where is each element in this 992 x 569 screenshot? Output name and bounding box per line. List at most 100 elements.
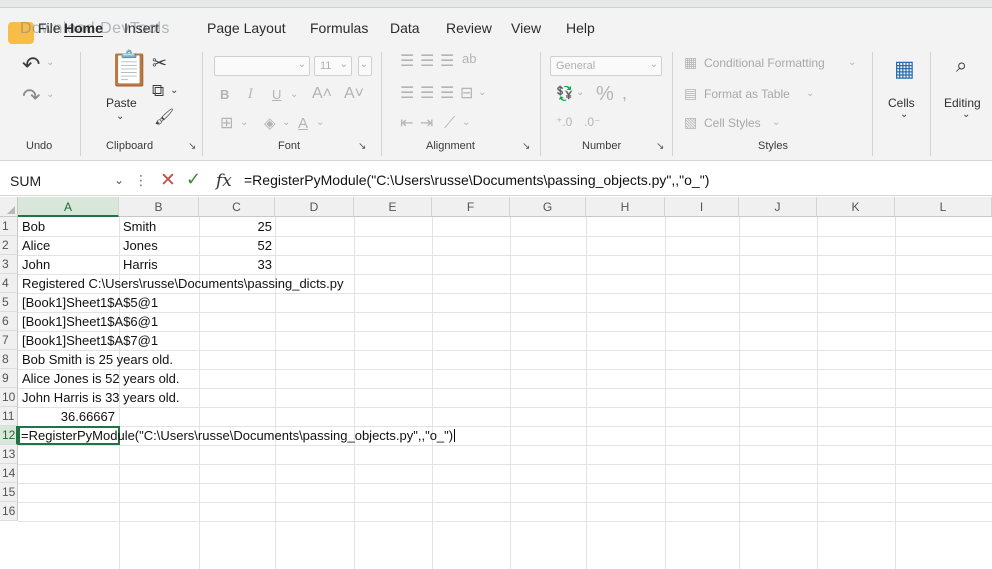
row-header-1[interactable]: 1 (0, 217, 18, 236)
font-color-dropdown-icon[interactable]: ⌄ (316, 118, 324, 128)
tab-home[interactable]: Home (64, 20, 103, 36)
row-header-9[interactable]: 9 (0, 369, 18, 388)
worksheet-grid[interactable]: A B C D E F G H I J K L 1 2 3 4 5 6 7 8 … (0, 197, 992, 569)
name-box[interactable]: SUM ⌄ (6, 170, 128, 192)
name-box-dropdown-icon[interactable]: ⌄ (114, 173, 124, 187)
row-header-13[interactable]: 13 (0, 445, 18, 464)
cell-a8[interactable]: Bob Smith is 25 years old. (22, 350, 173, 369)
tab-page-layout[interactable]: Page Layout (207, 20, 286, 36)
column-header-f[interactable]: F (432, 197, 510, 217)
cell-a7[interactable]: [Book1]Sheet1$A$7@1 (22, 331, 158, 350)
cell-a6[interactable]: [Book1]Sheet1$A$6@1 (22, 312, 158, 331)
row-header-7[interactable]: 7 (0, 331, 18, 350)
select-all-corner[interactable] (0, 197, 18, 217)
number-launcher-icon[interactable]: ↘ (656, 141, 664, 152)
borders-icon[interactable]: ⊞ (220, 116, 233, 132)
underline-dropdown-icon[interactable]: ⌄ (290, 90, 298, 100)
undo-icon[interactable]: ↶ (22, 54, 40, 76)
cell-a10[interactable]: John Harris is 33 years old. (22, 388, 180, 407)
tab-formulas[interactable]: Formulas (310, 20, 368, 36)
tab-review[interactable]: Review (446, 20, 492, 36)
merge-center-icon[interactable]: ⊟ (460, 86, 473, 102)
column-header-h[interactable]: H (586, 197, 665, 217)
format-as-table-icon[interactable]: ▤ (684, 86, 697, 100)
cell-b2[interactable]: Jones (123, 236, 158, 255)
cells-button[interactable]: Cells (888, 96, 915, 110)
column-header-l[interactable]: L (895, 197, 992, 217)
column-header-e[interactable]: E (354, 197, 432, 217)
italic-icon[interactable]: I (248, 88, 253, 101)
cell-c3[interactable]: 33 (199, 255, 272, 274)
row-header-16[interactable]: 16 (0, 502, 18, 521)
row-header-6[interactable]: 6 (0, 312, 18, 331)
borders-dropdown-icon[interactable]: ⌄ (240, 118, 248, 128)
column-header-i[interactable]: I (665, 197, 739, 217)
formula-input[interactable]: =RegisterPyModule("C:\Users\russe\Docume… (244, 172, 709, 188)
alignment-launcher-icon[interactable]: ↘ (522, 141, 530, 152)
merge-dropdown-icon[interactable]: ⌄ (478, 88, 486, 98)
paste-button[interactable]: Paste (106, 96, 137, 110)
font-size-combo[interactable]: 11 ⌄ (314, 56, 352, 76)
bold-icon[interactable]: B (220, 88, 229, 101)
fill-color-icon[interactable]: ◈ (264, 116, 276, 131)
cell-a3[interactable]: John (22, 255, 50, 274)
cut-icon[interactable]: ✂ (152, 54, 167, 72)
align-middle-icon[interactable]: ☰ (420, 54, 434, 70)
row-header-11[interactable]: 11 (0, 407, 18, 426)
format-as-table-button[interactable]: Format as Table (704, 87, 790, 101)
underline-icon[interactable]: U (272, 88, 281, 101)
font-launcher-icon[interactable]: ↘ (358, 141, 366, 152)
accounting-format-icon[interactable]: 💱 (556, 86, 573, 100)
accounting-dropdown-icon[interactable]: ⌄ (576, 88, 584, 98)
copy-icon[interactable]: ⧉ (152, 82, 164, 99)
column-header-g[interactable]: G (510, 197, 586, 217)
column-header-a[interactable]: A (18, 197, 119, 217)
cancel-icon[interactable]: ✕ (160, 169, 176, 192)
increase-indent-icon[interactable]: ⇥ (420, 116, 433, 132)
increase-font-icon[interactable]: A˄ (312, 86, 332, 102)
column-header-d[interactable]: D (275, 197, 354, 217)
cell-c1[interactable]: 25 (199, 217, 272, 236)
row-header-3[interactable]: 3 (0, 255, 18, 274)
row-header-10[interactable]: 10 (0, 388, 18, 407)
cell-c2[interactable]: 52 (199, 236, 272, 255)
format-as-table-dropdown-icon[interactable]: ⌄ (806, 89, 814, 99)
cell-b1[interactable]: Smith (123, 217, 156, 236)
align-center-icon[interactable]: ☰ (420, 86, 434, 102)
tab-view[interactable]: View (511, 20, 541, 36)
orientation-icon[interactable]: ⟋ (444, 116, 455, 132)
increase-decimal-icon[interactable]: ⁺.0 (556, 116, 572, 128)
paste-dropdown-icon[interactable]: ⌄ (116, 112, 124, 122)
row-header-4[interactable]: 4 (0, 274, 18, 293)
row-header-2[interactable]: 2 (0, 236, 18, 255)
cell-a9[interactable]: Alice Jones is 52 years old. (22, 369, 180, 388)
cell-styles-icon[interactable]: ▧ (684, 115, 697, 129)
align-right-icon[interactable]: ☰ (440, 86, 454, 102)
enter-icon[interactable]: ✓ (186, 169, 201, 190)
conditional-formatting-icon[interactable]: ▦ (684, 55, 697, 69)
cell-styles-button[interactable]: Cell Styles (704, 116, 761, 130)
clipboard-launcher-icon[interactable]: ↘ (188, 141, 196, 152)
font-color-icon[interactable]: A (298, 116, 308, 131)
align-left-icon[interactable]: ☰ (400, 86, 414, 102)
cell-a1[interactable]: Bob (22, 217, 45, 236)
editing-button[interactable]: Editing (944, 96, 981, 110)
cell-b3[interactable]: Harris (123, 255, 158, 274)
column-header-j[interactable]: J (739, 197, 817, 217)
tab-help[interactable]: Help (566, 20, 595, 36)
align-bottom-icon[interactable]: ☰ (440, 54, 454, 70)
number-format-combo[interactable]: General ⌄ (550, 56, 662, 76)
conditional-formatting-button[interactable]: Conditional Formatting (704, 56, 825, 70)
cell-a12-editor[interactable]: =RegisterPyModule("C:\Users\russe\Docume… (21, 426, 456, 445)
font-name-combo[interactable]: ⌄ (214, 56, 310, 76)
row-header-14[interactable]: 14 (0, 464, 18, 483)
decrease-font-icon[interactable]: A˅ (344, 86, 364, 102)
cell-a4[interactable]: Registered C:\Users\russe\Documents\pass… (22, 274, 344, 293)
editing-search-icon[interactable]: ⌕ (956, 56, 967, 76)
fill-color-dropdown-icon[interactable]: ⌄ (282, 118, 290, 128)
copy-dropdown-icon[interactable]: ⌄ (170, 86, 178, 96)
wrap-text-icon[interactable]: ab (462, 52, 476, 65)
cells-dropdown-icon[interactable]: ⌄ (900, 110, 908, 120)
row-header-8[interactable]: 8 (0, 350, 18, 369)
row-header-5[interactable]: 5 (0, 293, 18, 312)
